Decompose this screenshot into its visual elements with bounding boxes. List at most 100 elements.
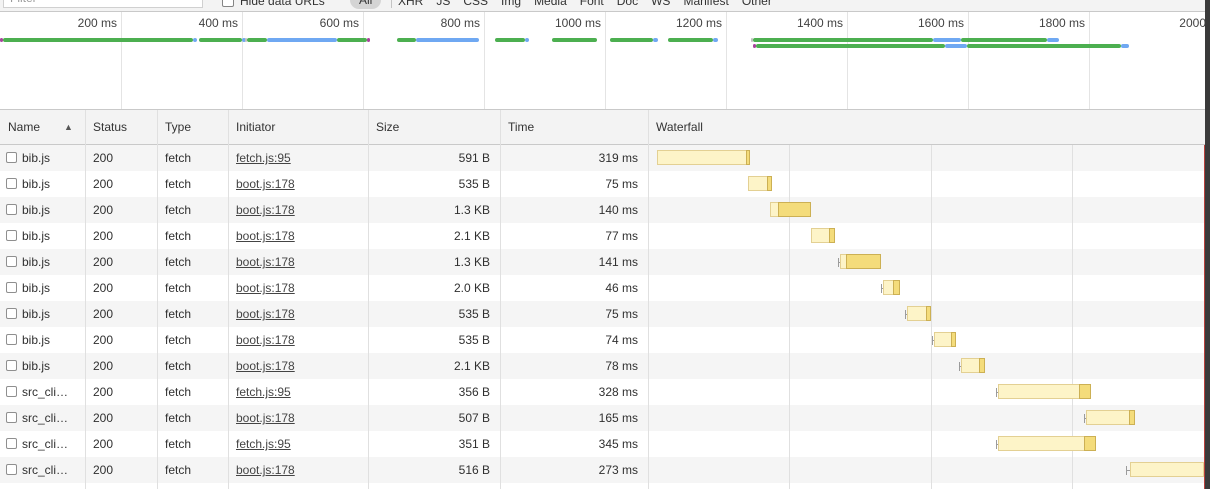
filter-all-pill[interactable]: All	[350, 0, 381, 9]
row-checkbox[interactable]	[6, 308, 17, 319]
overview-request-bar	[367, 38, 370, 42]
column-header-size[interactable]: Size	[368, 110, 500, 144]
initiator-link[interactable]: boot.js:178	[236, 359, 295, 373]
initiator-cell: boot.js:178	[236, 171, 364, 197]
waterfall-bar-waiting[interactable]	[961, 358, 980, 373]
waterfall-bar-download[interactable]	[1084, 436, 1096, 451]
waterfall-bar-download[interactable]	[746, 150, 750, 165]
filter-type-other[interactable]: Other	[742, 0, 772, 11]
waterfall-bar-download[interactable]	[767, 176, 772, 191]
initiator-link[interactable]: fetch.js:95	[236, 385, 291, 399]
filter-separator	[391, 0, 392, 8]
table-row[interactable]: bib.js200fetchboot.js:1782.1 KB77 ms	[0, 223, 1210, 249]
column-header-status[interactable]: Status	[85, 110, 157, 144]
size-value: 1.3 KB	[368, 249, 490, 275]
table-row[interactable]: src_cli…200fetchfetch.js:95351 B345 ms	[0, 431, 1210, 457]
waterfall-bar-download[interactable]	[778, 202, 811, 217]
waterfall-bar-waiting[interactable]	[998, 384, 1080, 399]
filter-type-font[interactable]: Font	[580, 0, 604, 11]
status-code: 200	[93, 327, 153, 353]
table-row[interactable]: bib.js200fetchboot.js:1782.1 KB78 ms	[0, 353, 1210, 379]
initiator-link[interactable]: boot.js:178	[236, 177, 295, 191]
table-row[interactable]: src_cli…200fetchfetch.js:95356 B328 ms	[0, 379, 1210, 405]
table-row[interactable]: bib.js200fetchboot.js:1782.0 KB46 ms	[0, 275, 1210, 301]
waterfall-bar-waiting[interactable]	[811, 228, 830, 243]
filter-type-manifest[interactable]: Manifest	[683, 0, 728, 11]
time-value: 328 ms	[500, 379, 638, 405]
initiator-link[interactable]: boot.js:178	[236, 333, 295, 347]
row-checkbox[interactable]	[6, 178, 17, 189]
overview-gridline	[242, 12, 243, 110]
table-row[interactable]: bib.js200fetchfetch.js:95591 B319 ms	[0, 145, 1210, 171]
request-type: fetch	[165, 145, 225, 171]
waterfall-bar-waiting[interactable]	[1086, 410, 1130, 425]
initiator-link[interactable]: boot.js:178	[236, 229, 295, 243]
waterfall-bar-waiting[interactable]	[907, 306, 927, 321]
row-checkbox[interactable]	[6, 152, 17, 163]
request-name: src_cli…	[22, 431, 82, 457]
waterfall-bar-waiting[interactable]	[934, 332, 952, 347]
column-header-time[interactable]: Time	[500, 110, 648, 144]
overview-request-bar	[756, 44, 945, 48]
size-value: 351 B	[368, 431, 490, 457]
initiator-link[interactable]: boot.js:178	[236, 255, 295, 269]
waterfall-bar-waiting[interactable]	[1130, 462, 1204, 477]
filter-input[interactable]: Filter	[3, 0, 203, 8]
waterfall-bar-waiting[interactable]	[748, 176, 768, 191]
hide-data-urls-checkbox[interactable]	[222, 0, 234, 7]
waterfall-bar-download[interactable]	[893, 280, 900, 295]
initiator-link[interactable]: fetch.js:95	[236, 151, 291, 165]
table-row[interactable]: bib.js200fetchboot.js:1781.3 KB141 ms	[0, 249, 1210, 275]
row-checkbox[interactable]	[6, 386, 17, 397]
row-checkbox[interactable]	[6, 412, 17, 423]
initiator-link[interactable]: boot.js:178	[236, 463, 295, 477]
filter-type-img[interactable]: Img	[501, 0, 521, 11]
row-checkbox[interactable]	[6, 256, 17, 267]
overview-request-bar	[337, 38, 367, 42]
row-checkbox[interactable]	[6, 438, 17, 449]
filter-type-css[interactable]: CSS	[463, 0, 488, 11]
status-code: 200	[93, 145, 153, 171]
status-code: 200	[93, 275, 153, 301]
column-header-initiator[interactable]: Initiator	[228, 110, 368, 144]
status-code: 200	[93, 431, 153, 457]
table-row[interactable]: src_cli…200fetchboot.js:178516 B273 ms	[0, 457, 1210, 483]
row-checkbox[interactable]	[6, 360, 17, 371]
status-code: 200	[93, 353, 153, 379]
table-row[interactable]: bib.js200fetchboot.js:178535 B75 ms	[0, 301, 1210, 327]
column-header-waterfall[interactable]: Waterfall	[648, 110, 848, 144]
waterfall-bar-download[interactable]	[829, 228, 835, 243]
waterfall-bar-download[interactable]	[926, 306, 931, 321]
filter-type-media[interactable]: Media	[534, 0, 567, 11]
initiator-link[interactable]: fetch.js:95	[236, 437, 291, 451]
timeline-overview[interactable]: 200 ms400 ms600 ms800 ms1000 ms1200 ms14…	[0, 12, 1210, 110]
filter-type-doc[interactable]: Doc	[617, 0, 638, 11]
initiator-link[interactable]: boot.js:178	[236, 203, 295, 217]
waterfall-bar-download[interactable]	[1079, 384, 1091, 399]
filter-type-js[interactable]: JS	[436, 0, 450, 11]
request-name: src_cli…	[22, 405, 82, 431]
waterfall-bar-download[interactable]	[846, 254, 881, 269]
table-row[interactable]: src_cli…200fetchboot.js:178507 B165 ms	[0, 405, 1210, 431]
table-row[interactable]: bib.js200fetchboot.js:178535 B75 ms	[0, 171, 1210, 197]
waterfall-bar-download[interactable]	[979, 358, 985, 373]
filter-type-ws[interactable]: WS	[651, 0, 670, 11]
row-checkbox[interactable]	[6, 464, 17, 475]
initiator-link[interactable]: boot.js:178	[236, 281, 295, 295]
initiator-link[interactable]: boot.js:178	[236, 411, 295, 425]
column-header-type[interactable]: Type	[157, 110, 228, 144]
filter-type-xhr[interactable]: XHR	[398, 0, 423, 11]
waterfall-bar-waiting[interactable]	[998, 436, 1085, 451]
initiator-link[interactable]: boot.js:178	[236, 307, 295, 321]
row-checkbox[interactable]	[6, 282, 17, 293]
table-row[interactable]: bib.js200fetchboot.js:178535 B74 ms	[0, 327, 1210, 353]
row-checkbox[interactable]	[6, 334, 17, 345]
waterfall-bar-waiting[interactable]	[657, 150, 746, 165]
row-checkbox[interactable]	[6, 230, 17, 241]
waterfall-bar-download[interactable]	[1129, 410, 1135, 425]
column-header-name[interactable]: Name ▲	[0, 110, 85, 144]
row-checkbox[interactable]	[6, 204, 17, 215]
table-row[interactable]: bib.js200fetchboot.js:1781.3 KB140 ms	[0, 197, 1210, 223]
waterfall-bar-download[interactable]	[951, 332, 956, 347]
overview-tick-label: 800 ms	[400, 15, 480, 31]
